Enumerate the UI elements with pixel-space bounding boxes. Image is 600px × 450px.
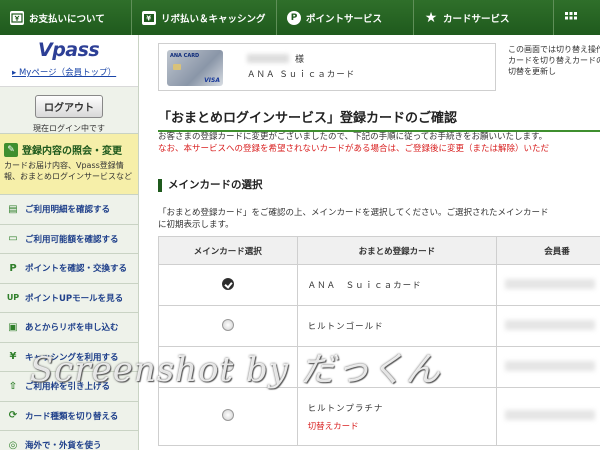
nav-card-service-label: カードサービス xyxy=(443,13,510,25)
header-member-number: 会員番 xyxy=(496,236,600,265)
menu-available-amount[interactable]: ▭ ご利用可能額を確認する xyxy=(0,225,138,254)
member-cell xyxy=(496,305,600,347)
member-cell xyxy=(496,264,600,306)
member-number-blurred xyxy=(505,410,596,420)
logout-area: ログアウト 現在ログイン中です xyxy=(0,87,138,134)
section-description: 「おまとめ登録カード」をご確認の上、メインカードを選択してください。ご選択された… xyxy=(158,207,600,232)
section-desc-line-1: 「おまとめ登録カード」をご確認の上、メインカードを選択してください。ご選択された… xyxy=(158,208,549,218)
intro-text: お客さまの登録カードに変更がございましたので、下記の手順に従ってお手続きをお願い… xyxy=(158,131,600,156)
inquiry-panel[interactable]: ✎ 登録内容の照会・変更 カードお届け内容、Vpass登録情報、おまとめログイン… xyxy=(0,134,138,195)
card-icon: ▭ xyxy=(8,233,18,245)
section-title: メインカードの選択 xyxy=(158,179,263,192)
nav-payment[interactable]: お支払いについて xyxy=(0,0,132,35)
nav-revolving-label: リボ払い＆キャッシング xyxy=(161,13,266,25)
member-number-blurred xyxy=(505,360,596,371)
switch-icon: ⟳ xyxy=(8,410,18,422)
section-desc-line-2: に初期表示します。 xyxy=(158,220,234,231)
nav-points-label: ポイントサービス xyxy=(306,13,383,25)
main-card-radio[interactable] xyxy=(221,409,234,421)
yen-box-icon xyxy=(10,10,24,25)
watermark: Screenshot by だっくん xyxy=(30,350,441,390)
menu-points-label: ポイントを確認・交換する xyxy=(25,264,128,275)
card-name: ＡＮＡ Ｓｕｉｃａカード xyxy=(307,281,422,291)
menu-switch-card[interactable]: ⟳ カード種類を切り替える xyxy=(0,402,138,431)
menu-overseas-label: 海外で・外貨を使う xyxy=(25,441,102,450)
intro-line-2: なお、本サービスへの登録を希望されないカードがある場合は、ご登録後に変更（または… xyxy=(158,144,550,155)
switch-card-label: 切替えカード xyxy=(307,421,359,432)
card-table: メインカード選択 おまとめ登録カード 会員番 ＡＮＡ Ｓｕｉｃａカード ヒルトン… xyxy=(158,236,600,446)
header-main-card-select: メインカード選択 xyxy=(158,236,298,265)
select-cell xyxy=(158,387,298,446)
card-switch-hint: この画面では切り替え操作カードを切り替えカードの切替を更新し xyxy=(508,45,600,76)
card-name: ヒルトンゴールド xyxy=(307,322,384,332)
top-nav: お支払いについて ¥ リボ払い＆キャッシング P ポイントサービス ★ カードサ… xyxy=(0,0,600,35)
nav-points[interactable]: P ポイントサービス xyxy=(277,0,414,35)
card-name: ヒルトンプラチナ xyxy=(307,403,384,414)
member-cell xyxy=(496,346,600,388)
card-cell: ヒルトンプラチナ 切替えカード xyxy=(296,387,498,446)
menu-up-mall-label: ポイントUPモールを見る xyxy=(25,293,124,304)
table-header-row: メインカード選択 おまとめ登録カード 会員番 xyxy=(158,236,600,265)
point-p-icon: P xyxy=(287,10,301,25)
member-cell xyxy=(496,387,600,446)
point-icon: P xyxy=(9,262,17,274)
current-card-name: ＡＮＡ Ｓｕｉｃａカード xyxy=(247,70,356,80)
page-title: 「おまとめログインサービス」登録カードのご確認 xyxy=(158,107,600,132)
current-card-box: ANA CARD VISA 様 ＡＮＡ Ｓｕｉｃａカード xyxy=(158,43,496,91)
up-mall-icon: UP xyxy=(6,293,20,303)
table-row: ヒルトンプラチナ 切替えカード xyxy=(158,387,600,446)
svg-text:¥: ¥ xyxy=(146,14,151,22)
nav-more[interactable] xyxy=(554,0,600,35)
statement-icon: ▤ xyxy=(8,203,18,215)
intro-line-1: お客さまの登録カードに変更がございましたので、下記の手順に従ってお手続きをお願い… xyxy=(158,132,548,142)
holder-suffix: 様 xyxy=(295,55,305,65)
logo-area: Vpass ▸ Myページ（会員トップ） xyxy=(0,35,138,87)
inquiry-title: 登録内容の照会・変更 xyxy=(22,146,122,157)
nav-payment-label: お支払いについて xyxy=(29,13,105,25)
limit-icon: ⇧ xyxy=(8,380,18,392)
nav-card-service[interactable]: ★ カードサービス xyxy=(414,0,554,35)
inquiry-description: カードお届け内容、Vpass登録情報、おまとめログインサービスなど xyxy=(4,161,132,181)
menu-revo-apply-label: あとからリボを申し込む xyxy=(25,323,119,334)
edit-icon: ✎ xyxy=(4,142,18,157)
menu-statement-label: ご利用明細を確認する xyxy=(25,205,111,216)
menu-switch-card-label: カード種類を切り替える xyxy=(25,411,119,422)
select-cell xyxy=(158,264,298,306)
grid-icon xyxy=(564,11,578,25)
vpass-logo[interactable]: Vpass xyxy=(8,41,130,60)
menu-revo-apply[interactable]: ▣ あとからリボを申し込む xyxy=(0,313,138,343)
member-number-blurred xyxy=(505,278,596,289)
overseas-icon: ◎ xyxy=(8,439,18,450)
star-icon: ★ xyxy=(424,9,438,26)
card-cell: ヒルトンゴールド xyxy=(296,305,498,347)
card-image: ANA CARD VISA xyxy=(167,50,223,86)
revo-icon: ¥ xyxy=(142,10,156,25)
cash-icon: ¥ xyxy=(9,351,17,363)
table-row: ＡＮＡ Ｓｕｉｃａカード xyxy=(158,264,600,306)
menu-points[interactable]: P ポイントを確認・交換する xyxy=(0,254,138,284)
nav-revolving[interactable]: ¥ リボ払い＆キャッシング xyxy=(132,0,277,35)
menu-statement[interactable]: ▤ ご利用明細を確認する xyxy=(0,195,138,225)
select-cell xyxy=(158,305,298,347)
holder-name-blurred xyxy=(247,54,289,63)
member-number-blurred xyxy=(505,319,596,330)
menu-overseas[interactable]: ◎ 海外で・外貨を使う xyxy=(0,431,138,450)
revo-apply-icon: ▣ xyxy=(8,321,18,333)
main-card-radio[interactable] xyxy=(221,277,234,290)
card-cell: ＡＮＡ Ｓｕｉｃａカード xyxy=(296,264,498,306)
menu-available-amount-label: ご利用可能額を確認する xyxy=(25,234,119,245)
table-row: ヒルトンゴールド xyxy=(158,305,600,347)
inquiry-title-row: ✎ 登録内容の照会・変更 xyxy=(4,142,134,157)
header-registered-card: おまとめ登録カード xyxy=(296,236,498,265)
main-card-radio[interactable] xyxy=(221,318,234,331)
menu-up-mall[interactable]: UP ポイントUPモールを見る xyxy=(0,284,138,313)
login-status: 現在ログイン中です xyxy=(33,124,105,133)
mypage-link[interactable]: ▸ Myページ（会員トップ） xyxy=(8,66,130,78)
logout-button[interactable]: ログアウト xyxy=(35,95,103,118)
